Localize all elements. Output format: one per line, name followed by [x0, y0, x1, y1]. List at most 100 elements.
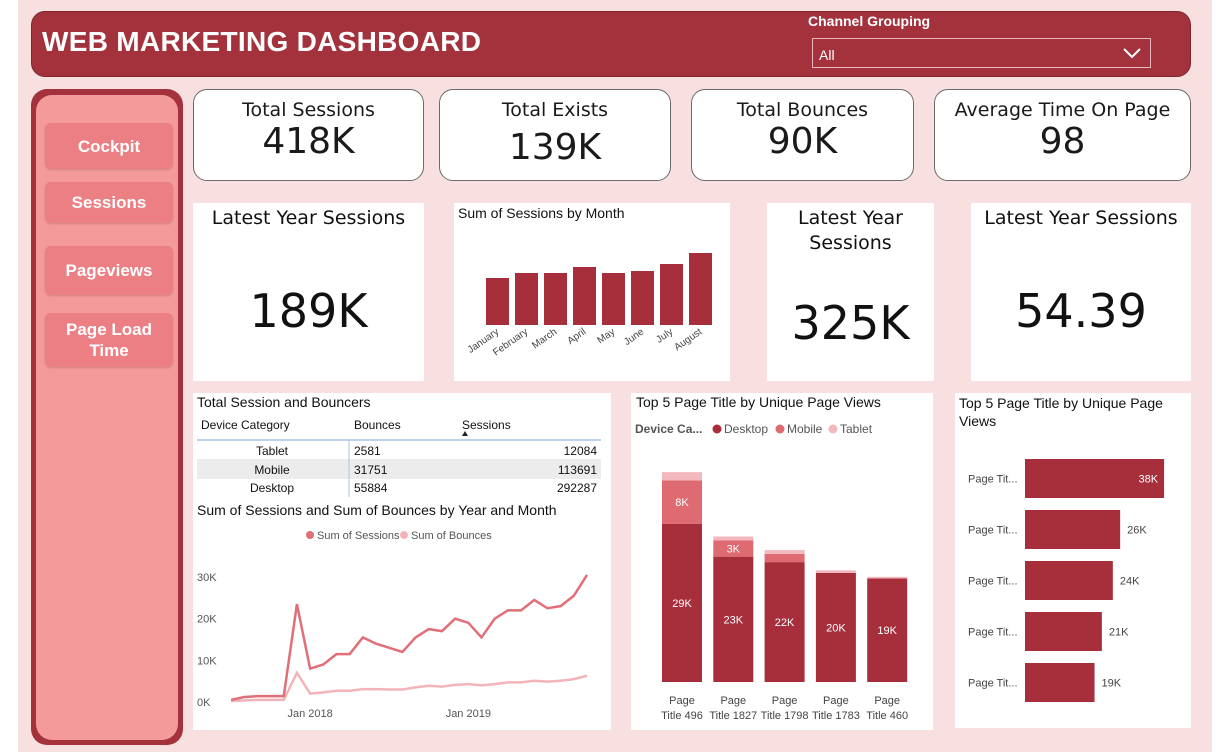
cell-sessions: 292287 — [556, 481, 597, 495]
bar — [573, 267, 596, 325]
y-tick-label: Page Tit... — [968, 474, 1018, 486]
bar-segment — [764, 550, 805, 554]
latest-year-sessions-card-1: Latest Year Sessions 189K — [193, 203, 424, 381]
y-tick-label: 0K — [197, 697, 211, 709]
top-pages-horizontal-chart: Page Tit... 38K Page Tit... 26K Page Tit... 2… — [968, 459, 1165, 702]
x-tick-label: March — [530, 326, 559, 351]
latest-year-sessions-card-3: Latest Year Sessions 54.39 — [971, 203, 1191, 381]
bar-segment — [662, 472, 702, 481]
cell-category: Tablet — [255, 444, 289, 458]
x-tick-label: July — [654, 326, 675, 345]
chart-title: Sum of Sessions and Sum of Bounces by Ye… — [197, 502, 557, 518]
x-tick-label: May — [595, 326, 617, 346]
legend-marker — [306, 531, 314, 539]
cell-bounces: 31751 — [354, 463, 388, 477]
x-tick-label: August — [672, 326, 704, 353]
bar-segment — [815, 570, 856, 573]
y-tick-label: 10K — [197, 655, 217, 667]
bar — [602, 273, 625, 325]
bar — [1025, 663, 1095, 702]
bar-segment — [764, 553, 805, 563]
data-label: 38K — [1139, 474, 1159, 486]
sort-icon — [462, 431, 468, 436]
legend-label: Mobile — [787, 422, 823, 436]
nav-pageviews-button[interactable]: Pageviews — [45, 246, 173, 295]
kpi-value: 98 — [1039, 121, 1086, 162]
nav-sessions-button[interactable]: Sessions — [45, 182, 173, 223]
bar — [631, 271, 654, 325]
data-label: 21K — [1109, 627, 1129, 639]
bar — [486, 278, 509, 325]
sessions-bounces-line-chart: Sum of Sessions Sum of Bounces 0K 10K 20K 30K… — [197, 530, 589, 720]
header-bar: WEB MARKETING DASHBOARD Channel Grouping… — [31, 11, 1191, 77]
bar — [1025, 612, 1102, 651]
x-tick-label: Title 1827 — [709, 710, 757, 722]
y-tick-label: Page Tit... — [968, 627, 1018, 639]
sessions-by-month-card: Sum of Sessions by Month January February… — [454, 203, 730, 381]
sessions-by-month-chart: JanuaryFebruary March April May June JulyAugu… — [466, 253, 712, 358]
x-tick-label: Title 460 — [866, 710, 908, 722]
card-value: 325K — [791, 296, 910, 350]
kpi-value: 90K — [767, 121, 838, 162]
bar — [660, 264, 683, 325]
card-label: Latest Year Sessions — [798, 207, 903, 254]
x-tick-label: June — [622, 326, 646, 348]
cell-sessions: 12084 — [563, 444, 597, 458]
bar — [1025, 510, 1121, 549]
dashboard-title: WEB MARKETING DASHBOARD — [42, 26, 482, 57]
bar — [689, 253, 712, 325]
card-label: Latest Year Sessions — [984, 207, 1178, 229]
legend-title: Device Ca... — [635, 422, 702, 436]
x-tick-label: Page — [823, 695, 849, 707]
y-tick-label: 20K — [197, 614, 217, 626]
y-tick-label: 30K — [197, 572, 217, 584]
channel-grouping-label: Channel Grouping — [808, 13, 931, 29]
bar — [515, 273, 538, 325]
kpi-label: Total Sessions — [242, 99, 375, 121]
chevron-down-icon — [1123, 48, 1141, 59]
kpi-total-bounces: Total Bounces 90K — [691, 89, 914, 181]
data-label: 20K — [826, 623, 846, 635]
kpi-label: Total Bounces — [736, 99, 869, 121]
legend-marker — [828, 424, 838, 434]
top-pages-stacked-card: Top 5 Page Title by Unique Page Views De… — [631, 393, 933, 730]
data-label: 22K — [775, 617, 795, 629]
bar — [544, 273, 567, 325]
kpi-average-time-on-page: Average Time On Page 98 — [934, 89, 1191, 181]
kpi-value: 139K — [508, 127, 602, 168]
sessions-bounces-card: Total Session and Bouncers Device Catego… — [193, 393, 611, 730]
bar-segment — [713, 536, 754, 541]
channel-grouping-dropdown[interactable]: All — [812, 38, 1151, 68]
x-tick-label: Title 496 — [661, 710, 703, 722]
nav-page-load-time-button[interactable]: Page Load Time — [45, 313, 173, 367]
kpi-total-exists: Total Exists 139K — [439, 89, 671, 181]
cell-sessions: 113691 — [557, 463, 597, 477]
nav-cockpit-button[interactable]: Cockpit — [45, 123, 173, 169]
x-tick-label: Page — [874, 695, 900, 707]
x-tick-label: April — [566, 326, 589, 346]
x-tick-label: Page — [772, 695, 798, 707]
card-label: Latest Year Sessions — [211, 207, 406, 229]
legend-marker — [775, 424, 785, 434]
x-tick-label: Jan 2019 — [446, 708, 491, 720]
x-tick-label: Page — [720, 695, 746, 707]
data-label: 19K — [1102, 678, 1122, 690]
cell-bounces: 2581 — [354, 444, 381, 458]
legend-label: Desktop — [724, 422, 768, 436]
top-pages-stacked-chart: Device Ca... Desktop Mobile Tablet 29K 8K Page… — [635, 422, 908, 722]
x-tick-label: Page — [669, 695, 695, 707]
legend-label: Sum of Sessions — [317, 530, 400, 542]
x-tick-label: Title 1798 — [761, 710, 809, 722]
kpi-label: Average Time On Page — [954, 99, 1171, 121]
data-label: 29K — [672, 598, 692, 610]
card-value: 189K — [249, 284, 368, 338]
channel-grouping-value: All — [819, 47, 835, 63]
x-tick-label: Title 1783 — [812, 710, 860, 722]
cell-category: Desktop — [249, 481, 295, 495]
y-tick-label: Page Tit... — [968, 525, 1018, 537]
data-label: 26K — [1127, 525, 1147, 537]
bar — [1025, 561, 1113, 600]
cell-category: Mobile — [254, 463, 290, 477]
data-label: 19K — [877, 625, 897, 637]
latest-year-sessions-card-2: Latest Year Sessions 325K — [767, 203, 934, 381]
